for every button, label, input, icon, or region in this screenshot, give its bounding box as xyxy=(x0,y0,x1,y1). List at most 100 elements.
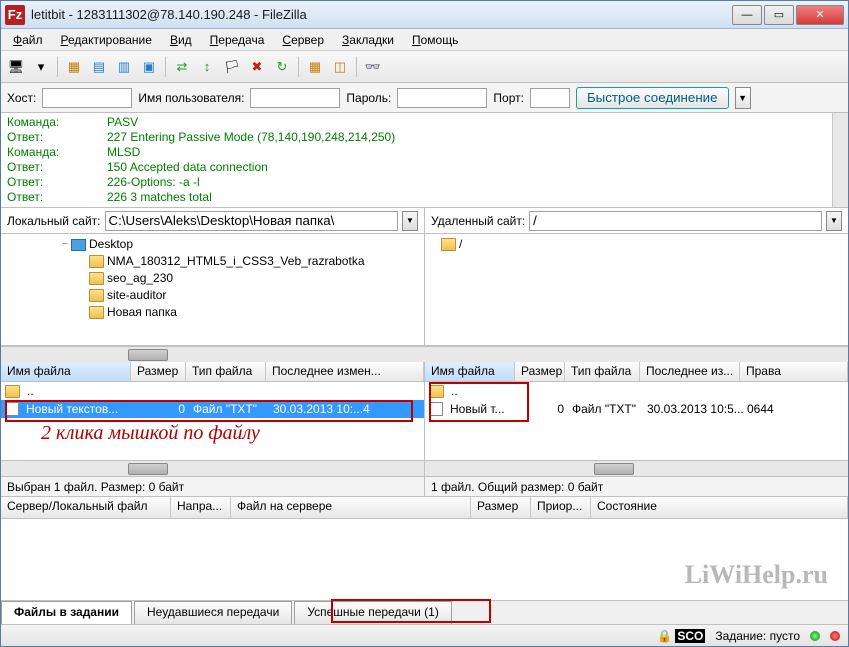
message-log[interactable]: Команда:PASVОтвет:227 Entering Passive M… xyxy=(1,113,848,208)
remote-col-perms[interactable]: Права xyxy=(740,362,848,381)
remote-col-modified[interactable]: Последнее из... xyxy=(640,362,740,381)
directory-trees: −DesktopNMA_180312_HTML5_i_CSS3_Veb_razr… xyxy=(1,234,848,346)
toggle-sync-icon[interactable]: ▣ xyxy=(138,56,160,78)
queue-col-state[interactable]: Состояние xyxy=(591,497,848,518)
port-label: Порт: xyxy=(493,91,524,105)
queue-headers: Сервер/Локальный файл Напра... Файл на с… xyxy=(1,497,848,519)
tree-item[interactable]: Новая папка xyxy=(5,304,420,321)
compare-icon[interactable]: ◫ xyxy=(329,56,351,78)
filter-icon[interactable]: ▦ xyxy=(304,56,326,78)
find-icon[interactable]: 👓 xyxy=(362,56,384,78)
local-path-dropdown[interactable]: ▼ xyxy=(402,211,418,231)
password-input[interactable] xyxy=(397,88,487,108)
port-input[interactable] xyxy=(530,88,570,108)
menu-edit[interactable]: Редактирование xyxy=(53,31,160,49)
activity-led-send xyxy=(830,631,840,641)
sitemanager-icon[interactable]: 🖥 xyxy=(5,56,27,78)
minimize-button[interactable]: — xyxy=(732,5,762,25)
local-path-input[interactable] xyxy=(105,211,399,231)
transfer-tabs: Файлы в задании Неудавшиеся передачи Усп… xyxy=(1,600,848,624)
log-line: Команда:PASV xyxy=(7,115,842,130)
quickconnect-button[interactable]: Быстрое соединение xyxy=(576,87,729,109)
menu-file[interactable]: Файл xyxy=(5,31,51,49)
remote-tree[interactable]: / xyxy=(425,234,848,345)
menubar: Файл Редактирование Вид Передача Сервер … xyxy=(1,29,848,51)
list-item[interactable]: Новый текстов...0Файл "TXT"30.03.2013 10… xyxy=(1,400,424,418)
app-window: Fz letitbit - 1283111302@78.140.190.248 … xyxy=(0,0,849,647)
window-title: letitbit - 1283111302@78.140.190.248 - F… xyxy=(31,7,732,22)
queue-col-remote[interactable]: Файл на сервере xyxy=(231,497,471,518)
titlebar: Fz letitbit - 1283111302@78.140.190.248 … xyxy=(1,1,848,29)
queue-col-priority[interactable]: Приор... xyxy=(531,497,591,518)
tab-queued[interactable]: Файлы в задании xyxy=(1,601,132,624)
remote-list-scrollbar[interactable] xyxy=(425,460,848,476)
remote-site-label: Удаленный сайт: xyxy=(431,214,525,228)
log-scrollbar[interactable] xyxy=(832,113,848,207)
cancel-icon[interactable]: 🏳 xyxy=(221,56,243,78)
host-label: Хост: xyxy=(7,91,36,105)
log-line: Ответ:226-Options: -a -l xyxy=(7,175,842,190)
quickconnect-history-dropdown[interactable]: ▼ xyxy=(735,87,751,109)
queue-body[interactable]: LiWiHelp.ru xyxy=(1,519,848,600)
remote-path-dropdown[interactable]: ▼ xyxy=(826,211,842,231)
queue-col-size[interactable]: Размер xyxy=(471,497,531,518)
remote-col-name[interactable]: Имя файла xyxy=(425,362,515,381)
watermark: LiWiHelp.ru xyxy=(685,560,828,590)
local-tree[interactable]: −DesktopNMA_180312_HTML5_i_CSS3_Veb_razr… xyxy=(1,234,425,345)
local-file-list: Имя файла Размер Тип файла Последнее изм… xyxy=(1,362,425,476)
log-line: Ответ:150 Accepted data connection xyxy=(7,160,842,175)
log-line: Ответ:227 Entering Passive Mode (78,140,… xyxy=(7,130,842,145)
local-site-label: Локальный сайт: xyxy=(7,214,101,228)
log-line: Ответ:226 3 matches total xyxy=(7,190,842,205)
host-input[interactable] xyxy=(42,88,132,108)
remote-col-type[interactable]: Тип файла xyxy=(565,362,640,381)
local-list-body[interactable]: ..Новый текстов...0Файл "TXT"30.03.2013 … xyxy=(1,382,424,460)
remote-col-size[interactable]: Размер xyxy=(515,362,565,381)
menu-server[interactable]: Сервер xyxy=(274,31,332,49)
tree-item[interactable]: NMA_180312_HTML5_i_CSS3_Veb_razrabotka xyxy=(5,253,420,270)
tab-success[interactable]: Успешные передачи (1) xyxy=(294,601,452,624)
reconnect-icon[interactable]: ↻ xyxy=(271,56,293,78)
menu-transfer[interactable]: Передача xyxy=(202,31,273,49)
remote-list-body[interactable]: ..Новый т...0Файл "TXT"30.03.2013 10:5..… xyxy=(425,382,848,460)
toggle-queue-icon[interactable]: ▥ xyxy=(113,56,135,78)
maximize-button[interactable]: ▭ xyxy=(764,5,794,25)
menu-view[interactable]: Вид xyxy=(162,31,200,49)
toggle-tree-icon[interactable]: ▤ xyxy=(88,56,110,78)
disconnect-icon[interactable]: ✖ xyxy=(246,56,268,78)
username-input[interactable] xyxy=(250,88,340,108)
dropdown-icon[interactable]: ▾ xyxy=(30,56,52,78)
close-button[interactable]: ✕ xyxy=(796,5,844,25)
remote-tree-scrollbar[interactable] xyxy=(425,346,849,362)
tree-item[interactable]: seo_ag_230 xyxy=(5,270,420,287)
tree-item[interactable]: −Desktop xyxy=(5,236,420,253)
local-col-type[interactable]: Тип файла xyxy=(186,362,266,381)
user-label: Имя пользователя: xyxy=(138,91,244,105)
remote-path-input[interactable] xyxy=(529,211,822,231)
process-queue-icon[interactable]: ↕ xyxy=(196,56,218,78)
local-tree-scrollbar[interactable] xyxy=(1,346,425,362)
tree-item[interactable]: / xyxy=(429,236,844,253)
log-line: Команда:MLSD xyxy=(7,145,842,160)
toggle-log-icon[interactable]: ▦ xyxy=(63,56,85,78)
list-item[interactable]: .. xyxy=(1,382,424,400)
local-col-name[interactable]: Имя файла xyxy=(1,362,131,381)
tab-failed[interactable]: Неудавшиеся передачи xyxy=(134,601,292,624)
list-item[interactable]: Новый т...0Файл "TXT"30.03.2013 10:5...0… xyxy=(425,400,848,418)
log-line: Статус:Список каталогов извлечен xyxy=(7,205,842,208)
activity-led-recv xyxy=(810,631,820,641)
queue-col-server[interactable]: Сервер/Локальный файл xyxy=(1,497,171,518)
queue-col-direction[interactable]: Напра... xyxy=(171,497,231,518)
menu-help[interactable]: Помощь xyxy=(404,31,466,49)
remote-status: 1 файл. Общий размер: 0 байт xyxy=(424,477,848,497)
tree-item[interactable]: site-auditor xyxy=(5,287,420,304)
list-item[interactable]: .. xyxy=(425,382,848,400)
refresh-icon[interactable]: ⇄ xyxy=(171,56,193,78)
local-list-scrollbar[interactable] xyxy=(1,460,424,476)
menu-bookmarks[interactable]: Закладки xyxy=(334,31,402,49)
site-path-bar: Локальный сайт: ▼ Удаленный сайт: ▼ xyxy=(1,208,848,234)
toolbar: 🖥 ▾ ▦ ▤ ▥ ▣ ⇄ ↕ 🏳 ✖ ↻ ▦ ◫ 👓 xyxy=(1,51,848,83)
local-col-size[interactable]: Размер xyxy=(131,362,186,381)
quickconnect-bar: Хост: Имя пользователя: Пароль: Порт: Бы… xyxy=(1,83,848,113)
local-col-modified[interactable]: Последнее измен... xyxy=(266,362,424,381)
